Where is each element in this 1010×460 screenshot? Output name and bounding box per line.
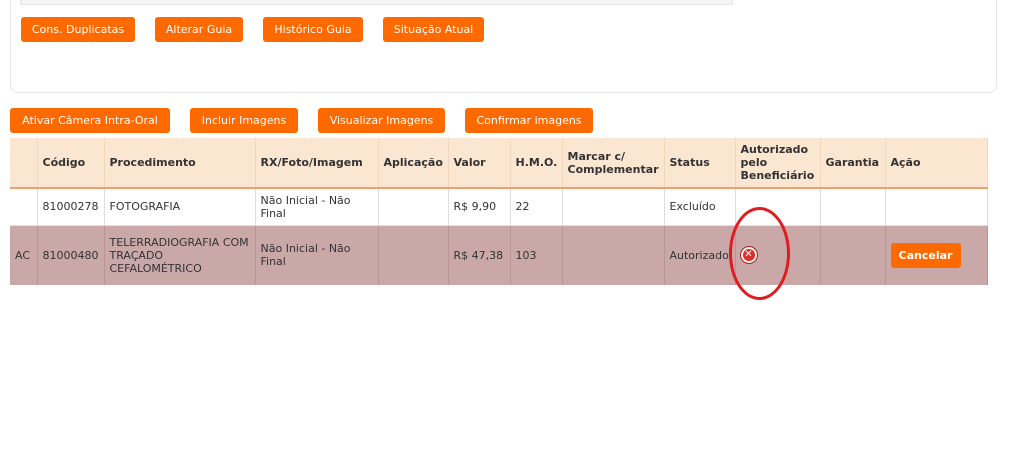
cell-rx: Não Inicial - Não Final xyxy=(255,225,379,285)
ativar-camera-button[interactable]: Ativar Câmera Intra-Oral xyxy=(10,108,170,133)
cell-hmo: 103 xyxy=(510,225,563,285)
situacao-atual-button[interactable]: Situação Atual xyxy=(383,17,484,42)
cell-flag: AC xyxy=(10,225,38,285)
procedures-table: Código Procedimento RX/Foto/Imagem Aplic… xyxy=(10,138,988,285)
table-header-row: Código Procedimento RX/Foto/Imagem Aplic… xyxy=(10,138,988,189)
historico-guia-button[interactable]: Histórico Guia xyxy=(263,17,363,42)
cell-aplicacao xyxy=(378,188,449,226)
header-status: Status xyxy=(664,138,736,189)
confirmar-imagens-button[interactable]: Confirmar imagens xyxy=(465,108,593,133)
cell-acao: Cancelar xyxy=(885,225,988,285)
header-valor: Valor xyxy=(448,138,511,189)
cons-duplicatas-button[interactable]: Cons. Duplicatas xyxy=(21,17,135,42)
cell-procedimento: TELERRADIOGRAFIA COM TRAÇADO CEFALOMÉTRI… xyxy=(104,225,256,285)
header-autorizado: Autorizado pelo Beneficiário xyxy=(735,138,821,189)
cell-complementar xyxy=(562,225,665,285)
cell-autorizado xyxy=(735,188,821,226)
cell-acao xyxy=(885,188,988,226)
top-input-bar xyxy=(20,0,733,5)
alterar-guia-button[interactable]: Alterar Guia xyxy=(155,17,243,42)
cell-procedimento: FOTOGRAFIA xyxy=(104,188,256,226)
incluir-imagens-button[interactable]: Incluir Imagens xyxy=(190,108,298,133)
header-hmo: H.M.O. xyxy=(510,138,563,189)
cell-codigo: 81000480 xyxy=(37,225,105,285)
table-row[interactable]: AC 81000480 TELERRADIOGRAFIA COM TRAÇADO… xyxy=(10,225,988,285)
header-codigo: Código xyxy=(37,138,105,189)
cell-garantia xyxy=(820,225,886,285)
cell-valor: R$ 9,90 xyxy=(448,188,511,226)
table-row[interactable]: 81000278 FOTOGRAFIA Não Inicial - Não Fi… xyxy=(10,188,988,226)
header-flag xyxy=(10,138,38,189)
header-garantia: Garantia xyxy=(820,138,886,189)
header-rx: RX/Foto/Imagem xyxy=(255,138,379,189)
header-complementar: Marcar c/ Complementar xyxy=(562,138,665,189)
cancelar-button[interactable]: Cancelar xyxy=(890,242,961,268)
cell-autorizado: ✕ xyxy=(735,225,821,285)
cell-status: Autorizado xyxy=(664,225,736,285)
cell-codigo: 81000278 xyxy=(37,188,105,226)
cell-flag xyxy=(10,188,38,226)
guide-panel xyxy=(10,0,997,93)
cell-complementar xyxy=(562,188,665,226)
close-circle-icon[interactable]: ✕ xyxy=(740,247,757,264)
visualizar-imagens-button[interactable]: Visualizar Imagens xyxy=(318,108,445,133)
header-aplicacao: Aplicação xyxy=(378,138,449,189)
cell-status: Excluído xyxy=(664,188,736,226)
cell-garantia xyxy=(820,188,886,226)
header-procedimento: Procedimento xyxy=(104,138,256,189)
cell-valor: R$ 47,38 xyxy=(448,225,511,285)
cell-rx: Não Inicial - Não Final xyxy=(255,188,379,226)
header-acao: Ação xyxy=(885,138,988,189)
cell-hmo: 22 xyxy=(510,188,563,226)
cell-aplicacao xyxy=(378,225,449,285)
